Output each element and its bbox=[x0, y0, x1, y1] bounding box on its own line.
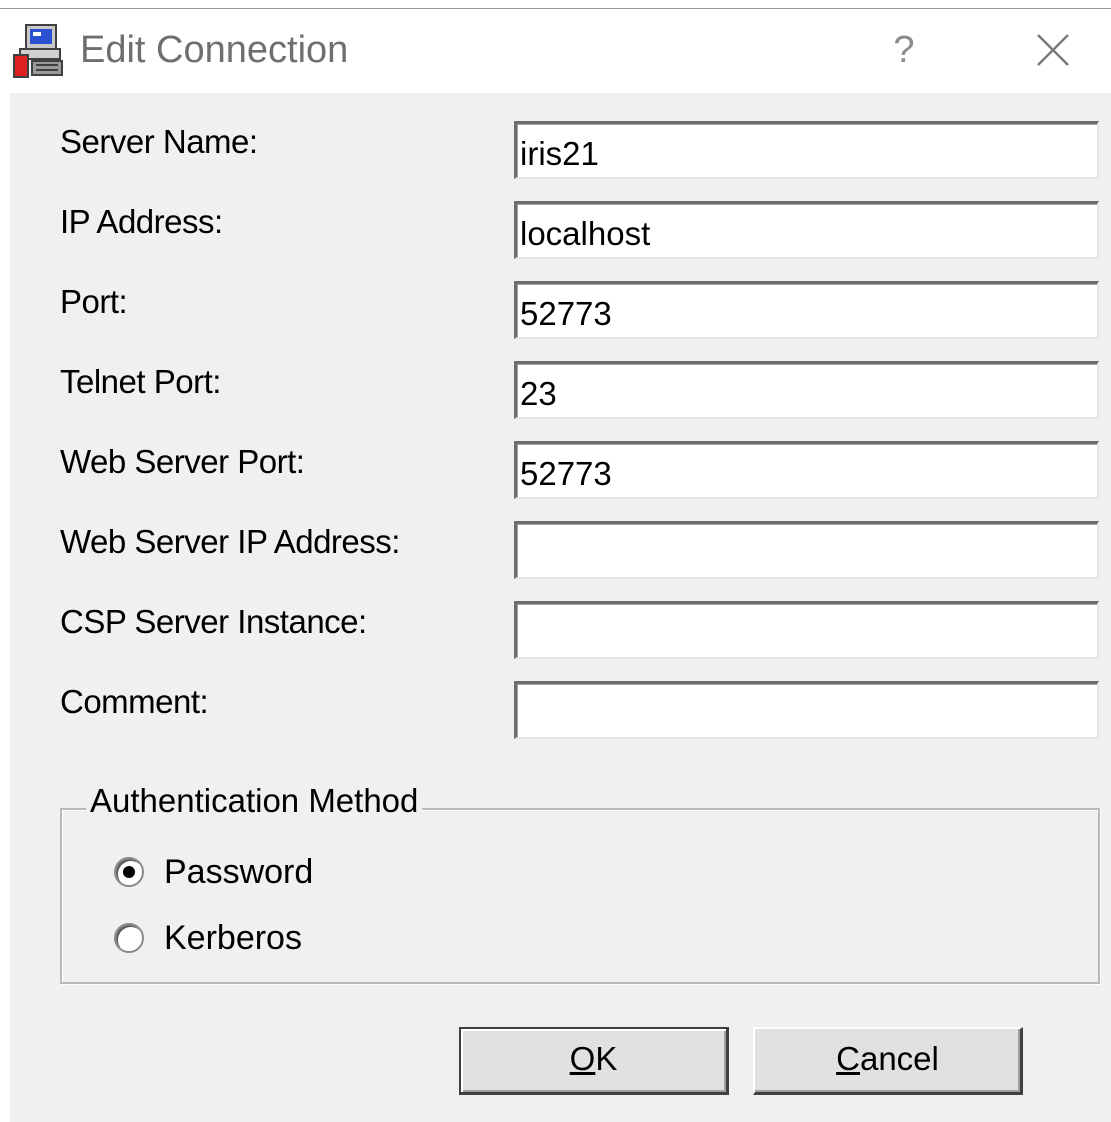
server-name-label: Server Name: bbox=[60, 123, 258, 160]
kerberos-radio-label[interactable]: Kerberos bbox=[164, 919, 302, 958]
csp-server-instance-label: CSP Server Instance: bbox=[60, 603, 367, 640]
ip-address-input[interactable] bbox=[514, 201, 1099, 259]
kerberos-radio-option[interactable]: Kerberos bbox=[114, 918, 302, 958]
port-label: Port: bbox=[60, 283, 128, 320]
kerberos-radio-button[interactable] bbox=[114, 923, 144, 953]
cancel-mnemonic: C bbox=[836, 1040, 860, 1077]
edit-connection-dialog: Edit Connection ? Server Name: IP Addres… bbox=[0, 0, 1111, 1122]
ok-mnemonic: O bbox=[569, 1040, 596, 1077]
comment-input[interactable] bbox=[514, 681, 1099, 739]
authentication-method-title: Authentication Method bbox=[86, 782, 423, 820]
web-server-ip-label: Web Server IP Address: bbox=[60, 523, 400, 560]
window-title: Edit Connection bbox=[80, 29, 349, 71]
cancel-button[interactable]: Cancel bbox=[753, 1027, 1023, 1095]
ip-address-label: IP Address: bbox=[60, 203, 223, 240]
cancel-label-rest: ancel bbox=[859, 1040, 939, 1077]
title-bar[interactable]: Edit Connection ? bbox=[0, 9, 1111, 93]
telnet-port-label: Telnet Port: bbox=[60, 363, 221, 400]
connection-app-icon bbox=[13, 24, 63, 78]
authentication-method-group: Authentication Method Password Kerberos bbox=[60, 782, 1100, 984]
password-radio-option[interactable]: Password bbox=[114, 852, 313, 892]
web-server-port-input[interactable] bbox=[514, 441, 1099, 499]
web-server-port-label: Web Server Port: bbox=[60, 443, 305, 480]
close-icon[interactable] bbox=[1030, 27, 1076, 73]
csp-server-instance-input[interactable] bbox=[514, 601, 1099, 659]
ok-button[interactable]: OK bbox=[459, 1027, 729, 1095]
dialog-body: Server Name: IP Address: Port: Telnet Po… bbox=[10, 93, 1111, 1122]
comment-label: Comment: bbox=[60, 683, 209, 720]
web-server-ip-input[interactable] bbox=[514, 521, 1099, 579]
ok-label-rest: K bbox=[595, 1040, 618, 1077]
ok-button-label: OK bbox=[570, 1040, 618, 1077]
help-button[interactable]: ? bbox=[880, 23, 928, 77]
cancel-button-label: Cancel bbox=[836, 1040, 939, 1077]
port-input[interactable] bbox=[514, 281, 1099, 339]
radio-selected-dot bbox=[123, 866, 135, 878]
password-radio-button[interactable] bbox=[114, 857, 144, 887]
telnet-port-input[interactable] bbox=[514, 361, 1099, 419]
server-name-input[interactable] bbox=[514, 121, 1099, 179]
password-radio-label[interactable]: Password bbox=[164, 853, 313, 892]
